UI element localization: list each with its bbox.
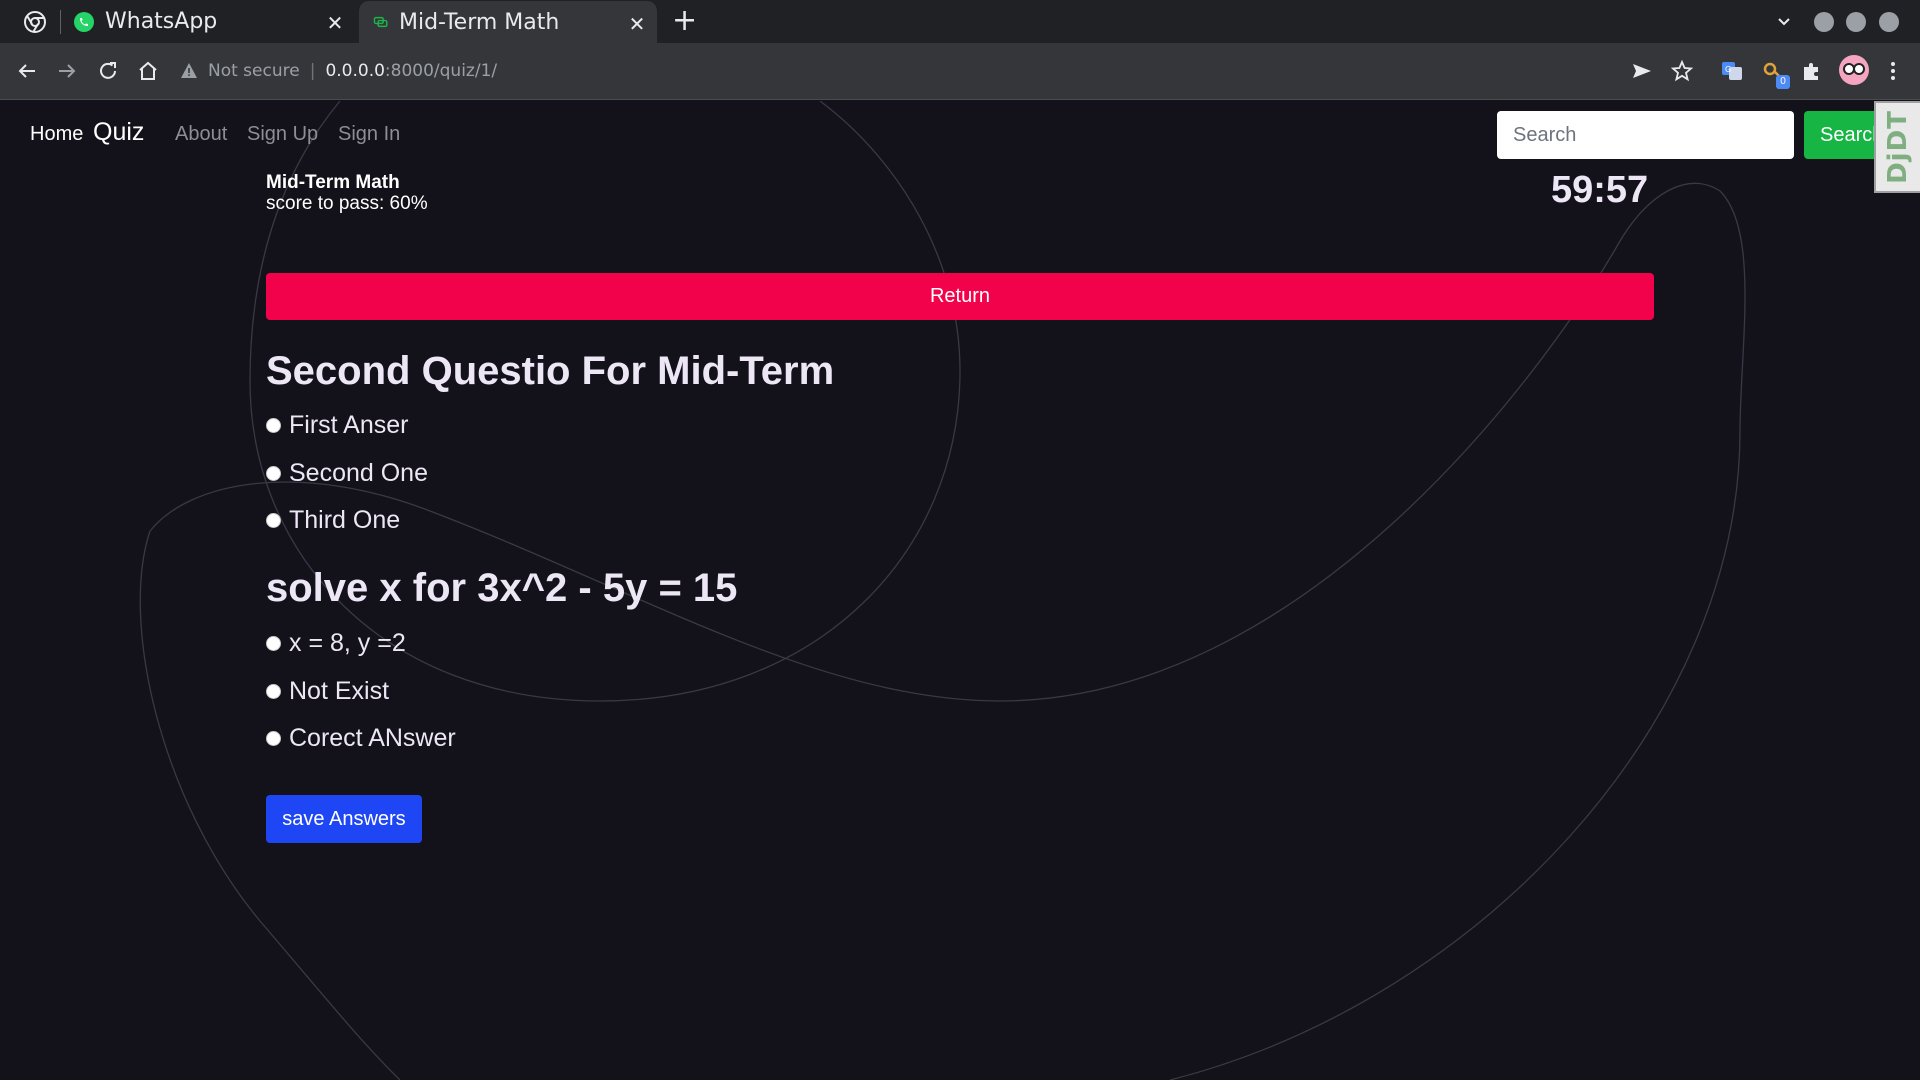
radio-button[interactable] [266,418,281,433]
new-tab-icon[interactable]: + [672,6,697,36]
warning-icon[interactable] [180,62,198,80]
radio-button[interactable] [266,684,281,699]
answer-option[interactable]: First Anser [266,411,408,440]
send-icon[interactable] [1630,59,1654,83]
answer-option[interactable]: x = 8, y =2 [266,629,406,658]
answer-option-label: First Anser [289,411,409,439]
tab-mid-term-math[interactable]: Mid-Term Math ✕ [359,1,657,43]
chevron-down-icon[interactable] [1774,12,1794,32]
answer-option-label: Corect ANswer [289,724,456,752]
quiz-title: Mid-Term Math [266,172,400,193]
close-tab-icon[interactable]: ✕ [627,12,647,36]
chrome-icon[interactable] [24,11,46,33]
nav-home-link[interactable]: Home [30,123,83,146]
answer-option[interactable]: Third One [266,506,400,535]
radio-button[interactable] [266,466,281,481]
kebab-menu-icon[interactable] [1881,59,1905,83]
tab-divider [60,10,61,34]
answer-option-label: Not Exist [289,677,390,705]
whatsapp-icon [74,11,94,32]
extensions-puzzle-icon[interactable] [1800,59,1824,83]
window-minimize-icon[interactable] [1814,12,1834,32]
forward-arrow-icon[interactable] [55,59,79,83]
djdt-label: DjDT [1883,110,1913,184]
back-arrow-icon[interactable] [15,59,39,83]
return-button[interactable]: Return [266,273,1654,320]
browser-tab-bar: WhatsApp ✕ Mid-Term Math ✕ + [0,0,1920,43]
answer-option[interactable]: Corect ANswer [266,724,456,753]
nav-signup-link[interactable]: Sign Up [247,123,318,146]
django-debug-toolbar-handle[interactable]: DjDT [1874,101,1920,193]
browser-toolbar: Not secure | 0.0.0.0 :8000/quiz/1/ G 0 [0,43,1920,100]
page-content: Home Quiz About Sign Up Sign In Search D… [0,101,1920,1080]
answer-option-label: Third One [289,506,401,534]
tab-label: WhatsApp [105,9,218,34]
nav-about-link[interactable]: About [175,123,227,146]
window-maximize-icon[interactable] [1846,12,1866,32]
home-icon[interactable] [136,59,160,83]
answer-option-label: Second One [289,459,428,487]
answer-option-label: x = 8, y =2 [289,629,406,657]
quiz-pass-score: score to pass: 60% [266,193,428,214]
nav-brand-quiz[interactable]: Quiz [93,118,144,147]
radio-button[interactable] [266,513,281,528]
address-bar[interactable]: Not secure | 0.0.0.0 :8000/quiz/1/ [180,52,497,90]
answer-option[interactable]: Not Exist [266,677,389,706]
site-navbar: Home Quiz About Sign Up Sign In Search D… [0,101,1920,193]
reload-icon[interactable] [96,59,120,83]
extension-badge: 0 [1776,75,1790,89]
answer-option[interactable]: Second One [266,459,428,488]
quiz-timer: 59:57 [1551,169,1649,211]
save-answers-button[interactable]: save Answers [266,795,422,843]
search-input[interactable] [1497,111,1794,159]
question-title: solve x for 3x^2 - 5y = 15 [266,566,738,610]
tab-label: Mid-Term Math [399,9,560,35]
url-host: 0.0.0.0 [325,61,385,81]
tab-whatsapp[interactable]: WhatsApp ✕ [70,0,355,43]
svg-text:G: G [1725,65,1731,74]
bookmark-star-icon[interactable] [1670,59,1694,83]
question-title: Second Questio For Mid-Term [266,349,835,393]
radio-button[interactable] [266,636,281,651]
window-close-icon[interactable] [1879,12,1899,32]
close-tab-icon[interactable]: ✕ [325,11,345,35]
url-path: :8000/quiz/1/ [384,61,498,81]
nav-signin-link[interactable]: Sign In [338,123,400,146]
django-favicon-icon [373,16,388,28]
translate-icon[interactable]: G [1720,59,1744,83]
address-separator: | [309,61,316,81]
avatar-glasses-icon [1843,63,1865,75]
radio-button[interactable] [266,731,281,746]
profile-avatar[interactable] [1839,55,1869,85]
security-status: Not secure [208,61,300,81]
